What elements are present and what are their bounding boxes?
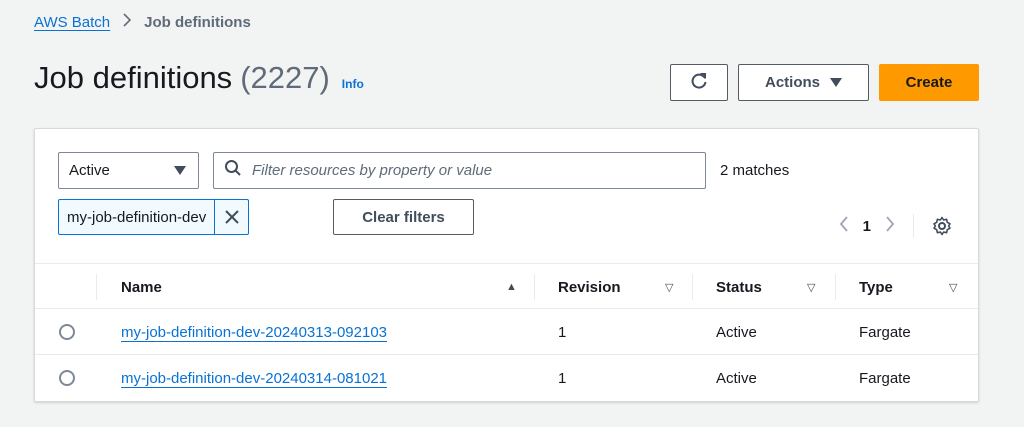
sort-icon[interactable]: ▽ — [807, 281, 815, 294]
pagination-divider — [913, 214, 914, 238]
type-cell: Fargate — [859, 369, 911, 387]
page-header: Job definitions (2227) Info — [34, 60, 364, 96]
column-divider — [692, 274, 693, 300]
type-cell: Fargate — [859, 323, 911, 341]
job-definitions-panel: Active 2 matches my-job-definition-dev C… — [34, 128, 979, 402]
table-header-row: Name ▲ Revision ▽ Status ▽ Type ▽ — [35, 263, 978, 309]
filter-token: my-job-definition-dev — [58, 199, 250, 235]
job-definition-link[interactable]: my-job-definition-dev-20240313-092103 — [121, 309, 387, 355]
table-row: my-job-definition-dev-20240314-081021 1 … — [35, 355, 978, 401]
caret-down-icon — [174, 162, 186, 179]
chevron-right-icon — [122, 13, 132, 32]
column-header-type[interactable]: Type — [859, 264, 893, 310]
chevron-left-icon[interactable] — [839, 215, 849, 237]
column-divider — [835, 274, 836, 300]
sort-icon[interactable]: ▽ — [949, 281, 957, 294]
column-header-revision[interactable]: Revision — [558, 264, 621, 310]
actions-label: Actions — [764, 74, 820, 91]
breadcrumb-aws-batch[interactable]: AWS Batch — [34, 14, 110, 31]
refresh-icon — [689, 71, 709, 95]
chevron-right-icon[interactable] — [885, 215, 895, 237]
search-icon — [224, 159, 242, 182]
filter-token-label: my-job-definition-dev — [59, 200, 216, 234]
sort-ascending-icon[interactable]: ▲ — [506, 281, 517, 293]
clear-filters-button[interactable]: Clear filters — [333, 199, 474, 235]
sort-icon[interactable]: ▽ — [665, 281, 673, 294]
filter-input[interactable] — [252, 162, 695, 179]
column-header-status[interactable]: Status — [716, 264, 762, 310]
caret-down-icon — [830, 74, 842, 91]
header-actions: Actions Create — [670, 64, 979, 101]
revision-cell: 1 — [558, 323, 567, 341]
page-count: (2227) — [240, 60, 330, 95]
match-count: 2 matches — [720, 162, 790, 179]
page-title: Job definitions — [34, 60, 233, 95]
row-select-radio[interactable] — [59, 370, 75, 386]
close-icon[interactable] — [215, 200, 248, 234]
actions-dropdown-button[interactable]: Actions — [738, 64, 869, 101]
status-select[interactable]: Active — [58, 152, 199, 189]
filter-search-box — [213, 152, 706, 189]
status-select-value: Active — [69, 162, 110, 179]
column-divider — [534, 274, 535, 300]
pagination: 1 — [839, 214, 952, 238]
job-definitions-table: Name ▲ Revision ▽ Status ▽ Type ▽ my-job… — [35, 263, 978, 401]
refresh-button[interactable] — [670, 64, 728, 101]
status-cell: Active — [716, 369, 757, 387]
breadcrumb-current: Job definitions — [144, 14, 251, 31]
table-row: my-job-definition-dev-20240313-092103 1 … — [35, 309, 978, 355]
column-divider — [96, 274, 97, 300]
column-header-name[interactable]: Name — [121, 264, 162, 310]
breadcrumb: AWS Batch Job definitions — [34, 13, 251, 32]
create-button[interactable]: Create — [879, 64, 979, 101]
gear-icon[interactable] — [932, 216, 952, 236]
job-definition-link[interactable]: my-job-definition-dev-20240314-081021 — [121, 355, 387, 401]
status-cell: Active — [716, 323, 757, 341]
info-link[interactable]: Info — [342, 77, 364, 91]
revision-cell: 1 — [558, 369, 567, 387]
row-select-radio[interactable] — [59, 324, 75, 340]
page-number[interactable]: 1 — [863, 218, 871, 235]
